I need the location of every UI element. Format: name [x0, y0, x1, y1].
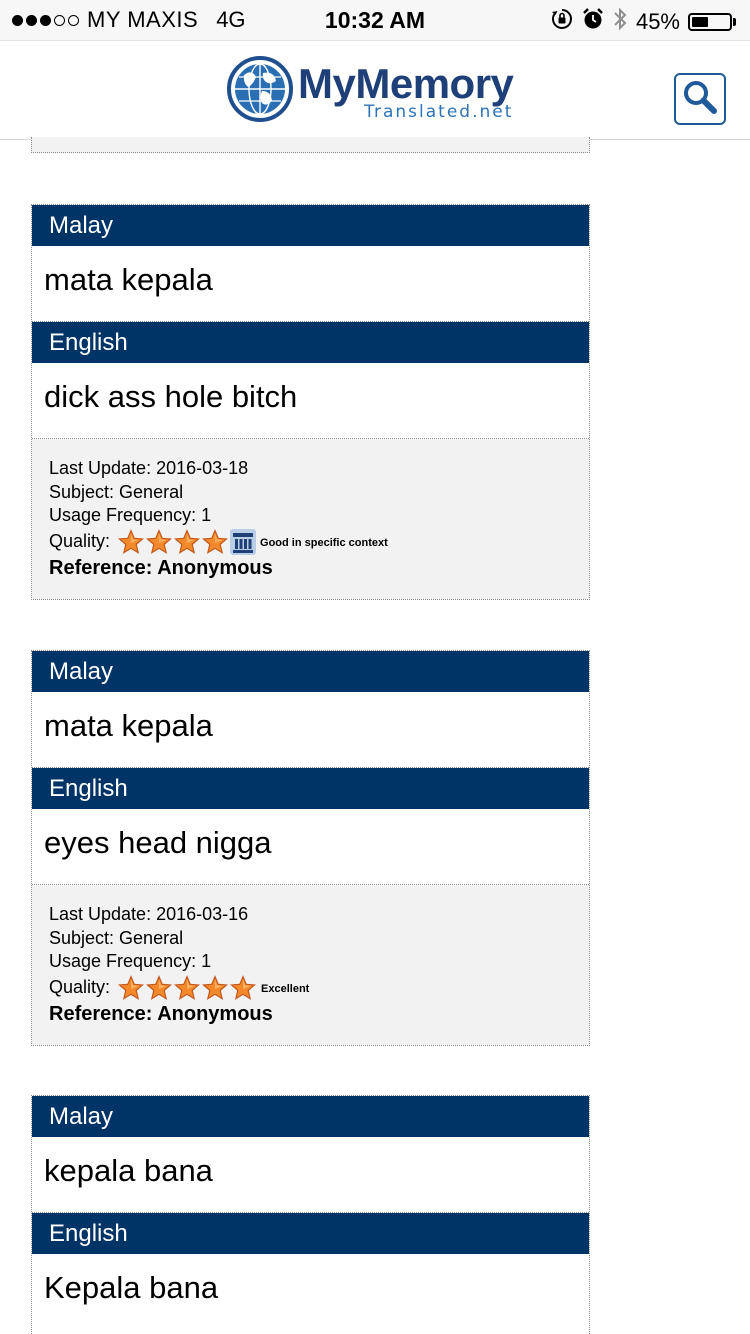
battery-icon [688, 13, 736, 31]
source-language-bar: Malay [32, 205, 589, 246]
subject: Subject: General [49, 481, 184, 502]
search-button[interactable] [674, 73, 726, 125]
star-icon [146, 529, 172, 554]
previous-card-edge [31, 137, 590, 153]
quality-stars [117, 975, 257, 1001]
star-icon [230, 975, 256, 1000]
star-icon [118, 975, 144, 1000]
source-text: kepala bana [32, 1137, 589, 1213]
quality-description: Excellent [261, 983, 310, 996]
target-text: dick ass hole bitch [32, 363, 589, 439]
globe-icon [226, 55, 294, 128]
institution-icon [230, 529, 257, 555]
alarm-icon [582, 7, 604, 37]
source-language-bar: Malay [32, 651, 589, 692]
target-text: eyes head nigga [32, 809, 589, 885]
source-language-bar: Malay [32, 1096, 589, 1137]
site-header: MyMemory Translated.net [0, 40, 750, 140]
quality-stars [117, 529, 229, 555]
rotation-lock-icon [550, 7, 574, 37]
star-icon [118, 529, 144, 554]
subject: Subject: General [49, 927, 184, 948]
quality-row: Quality: Excellent [49, 974, 572, 1003]
usage-frequency: Usage Frequency: 1 [49, 505, 212, 525]
star-icon [174, 975, 200, 1000]
last-update: Last Update: 2016-03-18 [49, 458, 249, 478]
source-text: mata kepala [32, 246, 589, 322]
quality-description: Good in specific context [260, 537, 388, 550]
usage-frequency: Usage Frequency: 1 [49, 951, 212, 971]
translation-card: Malay kepala bana English Kepala bana [31, 1095, 590, 1334]
target-language-bar: English [32, 1213, 589, 1254]
status-right: 45% [550, 6, 736, 38]
target-language-bar: English [32, 322, 589, 363]
translation-card: Malay mata kepala English dick ass hole … [31, 204, 590, 600]
translation-meta: Last Update: 2016-03-18 Subject: General… [32, 439, 589, 599]
translation-card: Malay mata kepala English eyes head nigg… [31, 650, 590, 1046]
reference: Reference: Anonymous [49, 556, 273, 579]
quality-row: Quality: Good in specific context [49, 528, 572, 557]
logo-title: MyMemory [298, 59, 514, 107]
target-text: Kepala bana [44, 1270, 219, 1305]
quality-label: Quality: [49, 531, 111, 552]
last-update: Last Update: 2016-03-16 [49, 904, 249, 924]
status-bar: MY MAXIS 4G 10:32 AM 45% [0, 0, 750, 40]
star-icon [202, 529, 228, 554]
quality-label: Quality: [49, 977, 111, 998]
source-text: mata kepala [32, 692, 589, 768]
target-language-bar: English [32, 768, 589, 809]
star-icon [174, 529, 200, 554]
star-icon [146, 975, 172, 1000]
bluetooth-icon [612, 6, 628, 38]
reference: Reference: Anonymous [49, 1002, 273, 1025]
translation-meta: Last Update: 2016-03-16 Subject: General… [32, 885, 589, 1045]
mymemory-logo[interactable]: MyMemory Translated.net [226, 55, 514, 128]
battery-percent: 45% [635, 9, 680, 34]
search-icon [682, 79, 718, 120]
star-icon [202, 975, 228, 1000]
